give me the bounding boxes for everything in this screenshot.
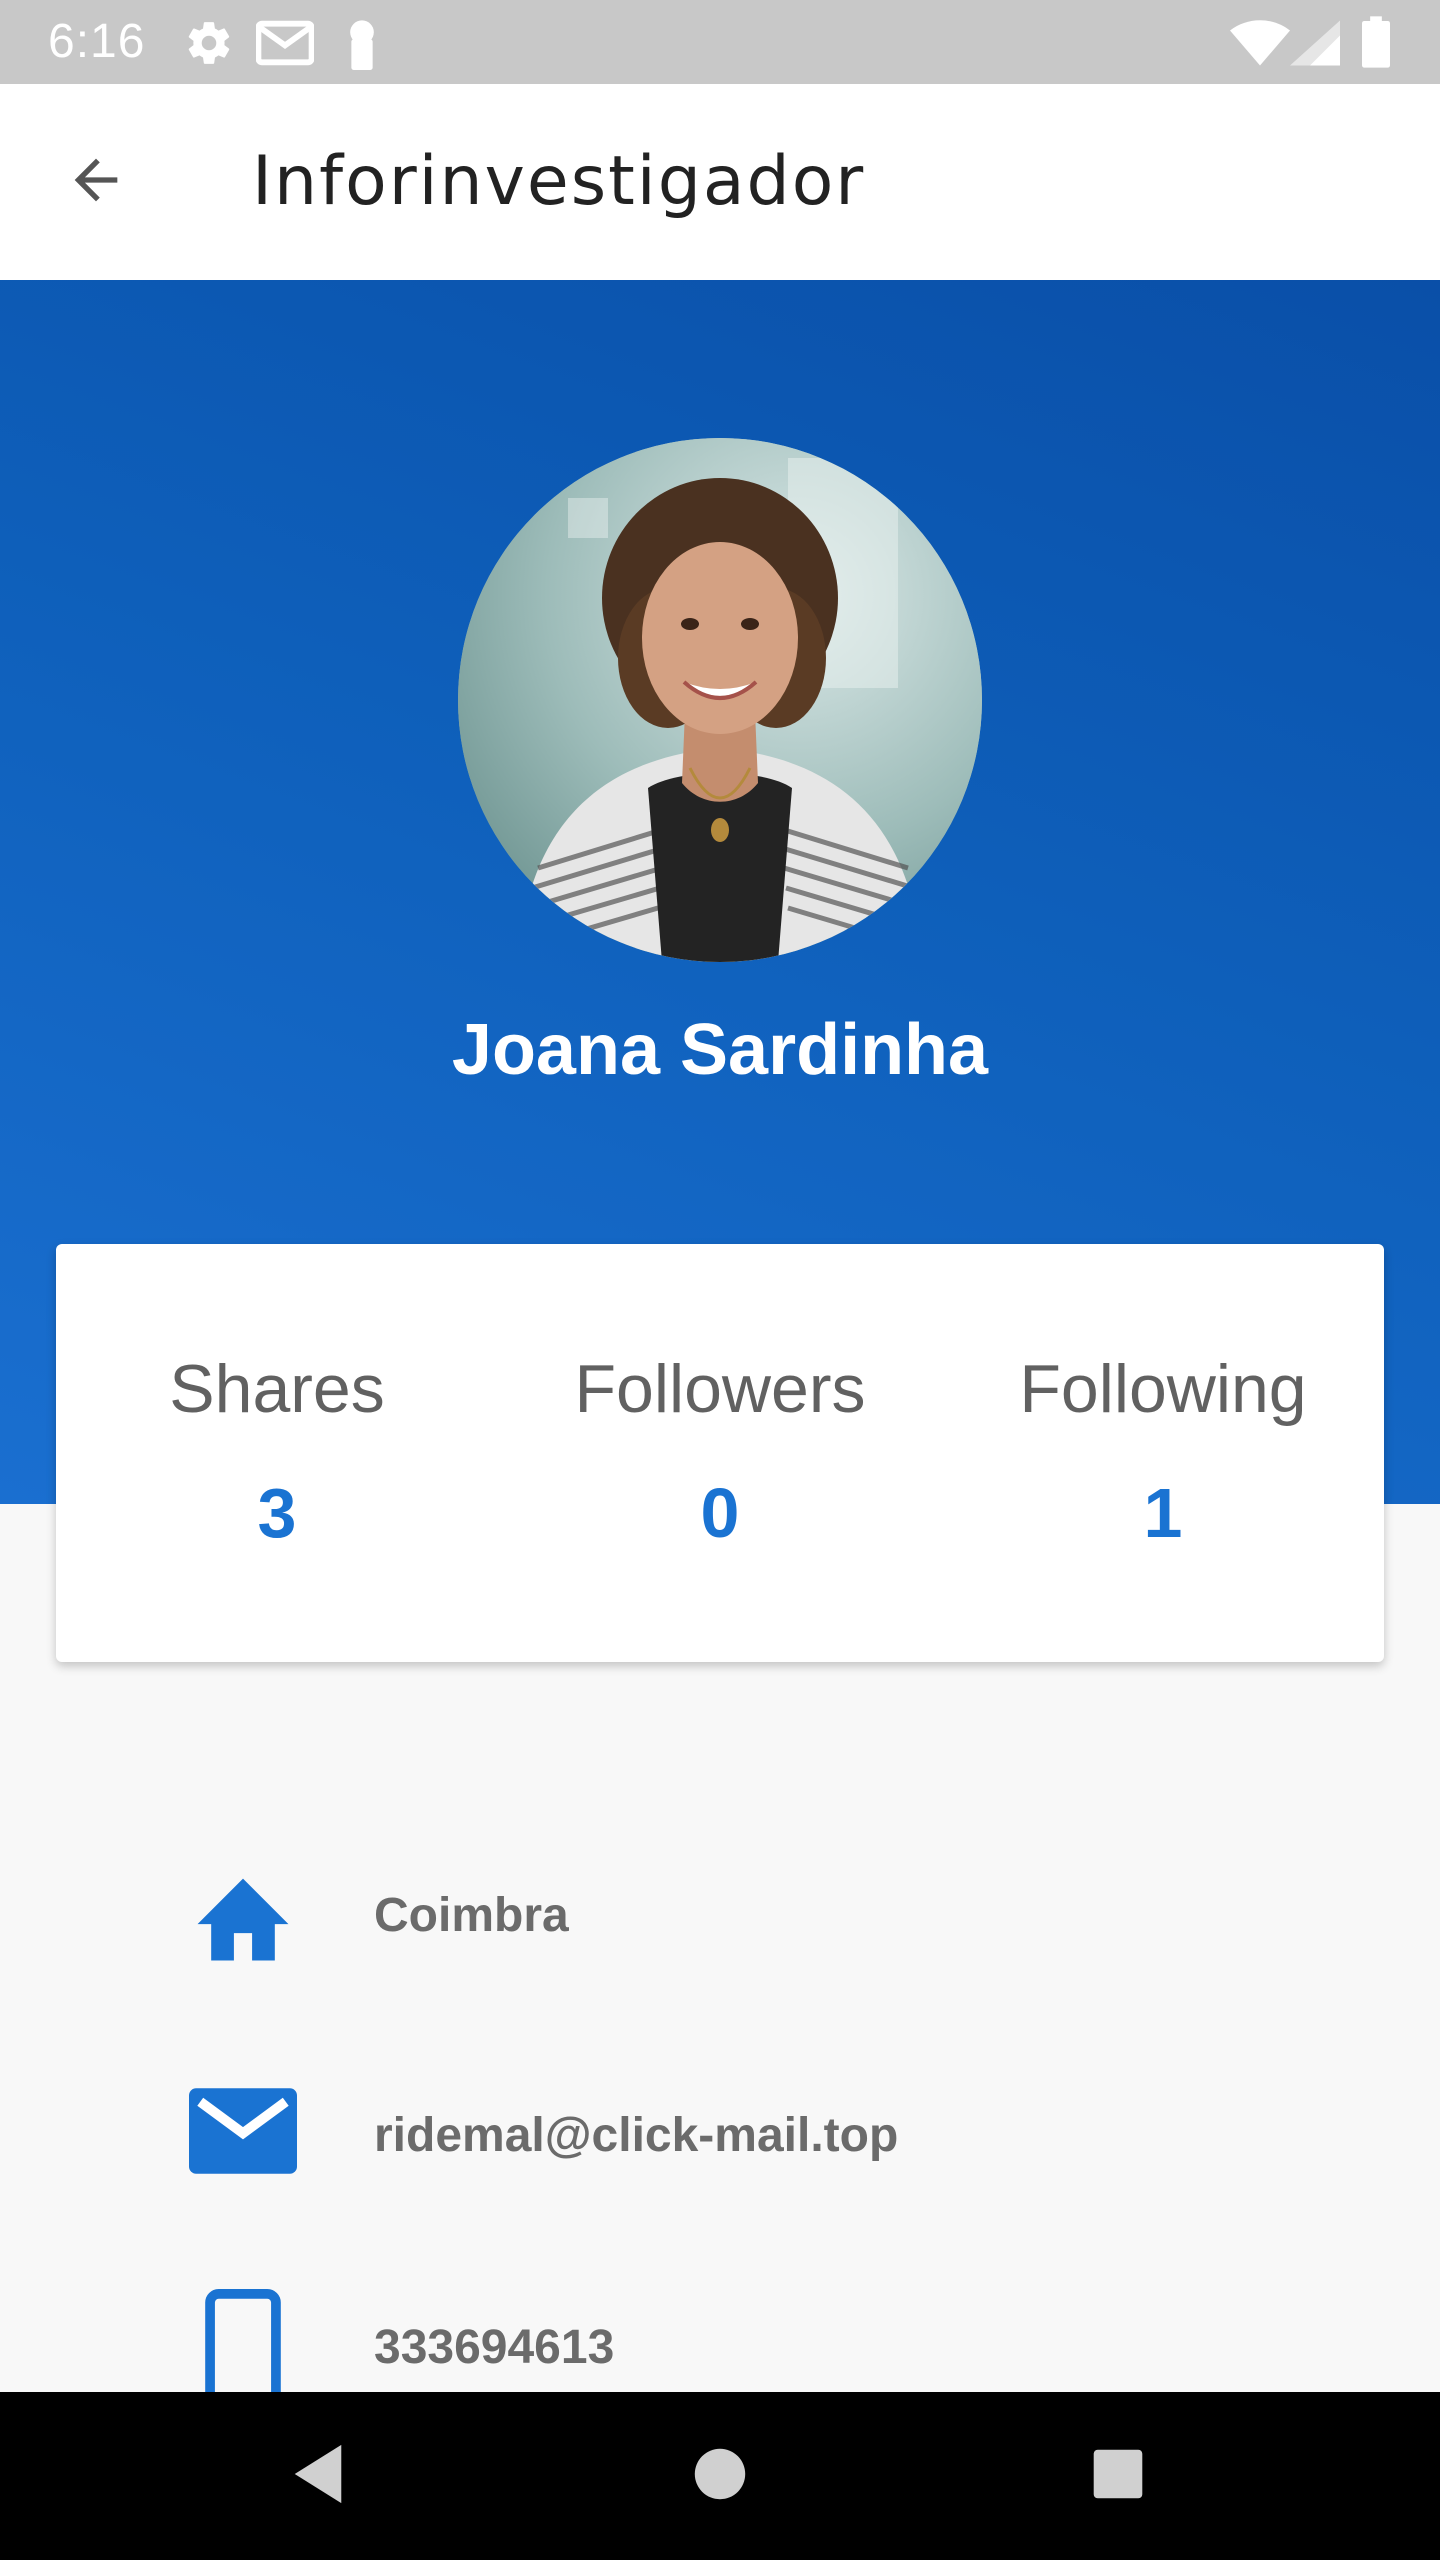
profile-name: Joana Sardinha <box>451 1010 989 1090</box>
nav-recents-button[interactable] <box>1070 2428 1166 2524</box>
stat-followers[interactable]: Followers 0 <box>499 1350 941 1552</box>
email-text[interactable]: ridemal@click-mail.top <box>374 2106 898 2166</box>
stat-following[interactable]: Following 1 <box>942 1350 1384 1552</box>
nav-back-button[interactable] <box>270 2428 366 2524</box>
stat-value: 3 <box>257 1474 297 1552</box>
phone-icon <box>188 2288 298 2398</box>
gear-icon <box>184 18 234 73</box>
stat-value: 1 <box>1143 1474 1183 1552</box>
wifi-icon <box>1230 20 1290 71</box>
page-title: Inforinvestigador <box>252 142 866 221</box>
lock-icon <box>344 18 380 75</box>
avatar-photo <box>458 438 982 962</box>
back-triangle-icon <box>288 2442 348 2511</box>
back-button[interactable] <box>48 134 144 230</box>
stat-value: 0 <box>700 1474 740 1552</box>
stat-label: Followers <box>574 1351 866 1427</box>
battery-icon <box>1362 16 1390 73</box>
system-nav-bar <box>0 2392 1440 2560</box>
signal-icon <box>1290 20 1340 71</box>
home-circle-icon <box>692 2446 748 2507</box>
stat-shares[interactable]: Shares 3 <box>56 1350 498 1552</box>
app-bar: Inforinvestigador <box>0 84 1440 280</box>
nav-home-button[interactable] <box>672 2428 768 2524</box>
avatar <box>458 438 982 962</box>
phone-text[interactable]: 333694613 <box>374 2318 614 2378</box>
stat-label: Shares <box>169 1351 385 1427</box>
mail-icon <box>255 18 315 73</box>
email-icon <box>188 2076 298 2186</box>
location-text: Coimbra <box>374 1889 569 1942</box>
info-row-location: Coimbra <box>0 1860 1440 1980</box>
arrow-back-icon <box>64 148 128 217</box>
info-row-email: ridemal@click-mail.top <box>0 2076 1440 2196</box>
home-icon <box>188 1860 298 1970</box>
status-bar: 6:16 <box>0 0 1440 84</box>
status-time: 6:16 <box>48 15 146 68</box>
stat-label: Following <box>1019 1351 1307 1427</box>
recents-square-icon <box>1091 2447 1145 2506</box>
stats-card: Shares 3 Followers 0 Following 1 <box>56 1244 1384 1662</box>
info-row-phone: 333694613 <box>0 2288 1440 2408</box>
